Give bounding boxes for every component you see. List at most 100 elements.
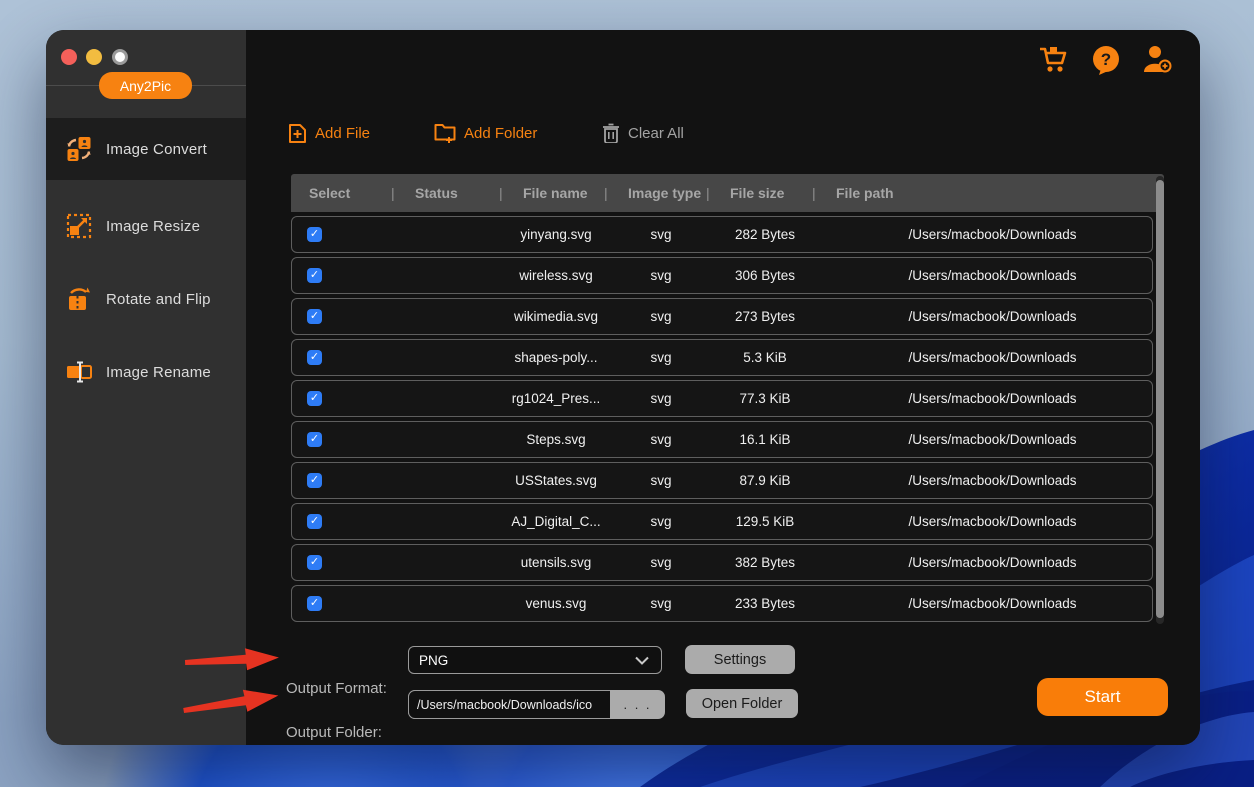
table-row[interactable]: ✓shapes-poly...svg5.3 KiB/Users/macbook/… (291, 339, 1153, 376)
column-header: Image type (610, 185, 712, 201)
file-name-cell: Steps.svg (487, 432, 625, 447)
file-name-cell: yinyang.svg (487, 227, 625, 242)
file-size-cell: 87.9 KiB (697, 473, 833, 488)
output-folder-control: /Users/macbook/Downloads/ico . . . (408, 690, 665, 719)
select-cell: ✓ (292, 268, 392, 283)
image-type-cell: svg (625, 227, 697, 242)
sidebar-item-label: Rotate and Flip (106, 291, 211, 308)
add-folder-button[interactable]: Add Folder (434, 120, 537, 146)
output-format-value: PNG (409, 653, 635, 668)
sidebar-item-image-rename[interactable]: Image Rename (46, 341, 246, 403)
table-scrollbar[interactable] (1156, 176, 1164, 624)
select-cell: ✓ (292, 391, 392, 406)
select-cell: ✓ (292, 227, 392, 242)
zoom-window-button[interactable] (112, 49, 128, 65)
add-user-icon[interactable] (1142, 44, 1172, 74)
sidebar-item-image-resize[interactable]: Image Resize (46, 195, 246, 257)
clear-all-label: Clear All (628, 125, 684, 142)
file-path-cell: /Users/macbook/Downloads (833, 350, 1152, 365)
file-size-cell: 77.3 KiB (697, 391, 833, 406)
add-folder-icon (434, 123, 456, 143)
trash-icon (602, 123, 620, 143)
row-checkbox[interactable]: ✓ (307, 268, 322, 283)
scrollbar-thumb[interactable] (1156, 180, 1164, 618)
svg-text:?: ? (1101, 50, 1111, 69)
sidebar-item-label: Image Convert (106, 141, 207, 158)
image-type-cell: svg (625, 391, 697, 406)
file-size-cell: 306 Bytes (697, 268, 833, 283)
select-cell: ✓ (292, 596, 392, 611)
file-path-cell: /Users/macbook/Downloads (833, 309, 1152, 324)
file-name-cell: venus.svg (487, 596, 625, 611)
row-checkbox[interactable]: ✓ (307, 432, 322, 447)
image-type-cell: svg (625, 596, 697, 611)
cart-icon[interactable] (1038, 44, 1068, 74)
sidebar-item-image-convert[interactable]: Image Convert (46, 118, 246, 180)
add-file-button[interactable]: Add File (288, 120, 370, 146)
rename-icon (66, 359, 92, 385)
output-format-label: Output Format: (286, 680, 387, 697)
help-icon[interactable]: ? (1091, 45, 1121, 75)
file-name-cell: shapes-poly... (487, 350, 625, 365)
annotation-arrow-output-format (182, 643, 281, 676)
table-row[interactable]: ✓wikimedia.svgsvg273 Bytes/Users/macbook… (291, 298, 1153, 335)
select-cell: ✓ (292, 514, 392, 529)
table-row[interactable]: ✓Steps.svgsvg16.1 KiB/Users/macbook/Down… (291, 421, 1153, 458)
column-header: Select (291, 185, 397, 201)
file-path-cell: /Users/macbook/Downloads (833, 227, 1152, 242)
file-size-cell: 129.5 KiB (697, 514, 833, 529)
close-window-button[interactable] (61, 49, 77, 65)
table-header: Select|Status|File name|Image type|File … (291, 174, 1164, 212)
table-row[interactable]: ✓ wireless.svgsvg306 Bytes/Users/macbook/… (291, 257, 1153, 294)
resize-icon (66, 213, 92, 239)
row-checkbox[interactable]: ✓ (307, 309, 322, 324)
file-name-cell: utensils.svg (487, 555, 625, 570)
image-type-cell: svg (625, 514, 697, 529)
file-size-cell: 16.1 KiB (697, 432, 833, 447)
convert-icon (66, 136, 92, 162)
image-type-cell: svg (625, 268, 697, 283)
output-folder-input[interactable]: /Users/macbook/Downloads/ico (408, 690, 610, 719)
sidebar-item-rotate-and-flip[interactable]: Rotate and Flip (46, 268, 246, 330)
sidebar-item-label: Image Resize (106, 218, 200, 235)
file-size-cell: 5.3 KiB (697, 350, 833, 365)
add-folder-label: Add Folder (464, 125, 537, 142)
table-row[interactable]: ✓yinyang.svgsvg282 Bytes/Users/macbook/D… (291, 216, 1153, 253)
row-checkbox[interactable]: ✓ (307, 596, 322, 611)
table-row[interactable]: ✓USStates.svgsvg87.9 KiB/Users/macbook/D… (291, 462, 1153, 499)
row-checkbox[interactable]: ✓ (307, 227, 322, 242)
clear-all-button[interactable]: Clear All (602, 120, 684, 146)
row-checkbox[interactable]: ✓ (307, 555, 322, 570)
row-checkbox[interactable]: ✓ (307, 514, 322, 529)
start-button[interactable]: Start (1037, 678, 1168, 716)
file-path-cell: /Users/macbook/Downloads (833, 268, 1152, 283)
file-path-cell: /Users/macbook/Downloads (833, 432, 1152, 447)
open-folder-button[interactable]: Open Folder (686, 689, 798, 718)
image-type-cell: svg (625, 309, 697, 324)
file-name-cell: AJ_Digital_C... (487, 514, 625, 529)
file-size-cell: 382 Bytes (697, 555, 833, 570)
settings-button[interactable]: Settings (685, 645, 795, 674)
file-name-cell: USStates.svg (487, 473, 625, 488)
sidebar: Any2Pic Image Convert Image Resize (46, 30, 246, 745)
row-checkbox[interactable]: ✓ (307, 350, 322, 365)
file-size-cell: 233 Bytes (697, 596, 833, 611)
file-path-cell: /Users/macbook/Downloads (833, 514, 1152, 529)
table-row[interactable]: ✓ AJ_Digital_C...svg129.5 KiB/Users/macbo… (291, 503, 1153, 540)
minimize-window-button[interactable] (86, 49, 102, 65)
browse-folder-button[interactable]: . . . (610, 690, 665, 719)
output-format-select[interactable]: PNG (408, 646, 662, 674)
table-row[interactable]: ✓venus.svgsvg233 Bytes/Users/macbook/Dow… (291, 585, 1153, 622)
file-name-cell: wireless.svg (487, 268, 625, 283)
row-checkbox[interactable]: ✓ (307, 391, 322, 406)
image-type-cell: svg (625, 555, 697, 570)
file-size-cell: 273 Bytes (697, 309, 833, 324)
image-type-cell: svg (625, 473, 697, 488)
table-row[interactable]: ✓utensils.svgsvg382 Bytes/Users/macbook/… (291, 544, 1153, 581)
add-file-label: Add File (315, 125, 370, 142)
table-row[interactable]: ✓rg1024_Pres...svg77.3 KiB/Users/macbook… (291, 380, 1153, 417)
add-file-icon (288, 123, 307, 144)
select-cell: ✓ (292, 350, 392, 365)
row-checkbox[interactable]: ✓ (307, 473, 322, 488)
app-window: Any2Pic Image Convert Image Resize (46, 30, 1200, 745)
